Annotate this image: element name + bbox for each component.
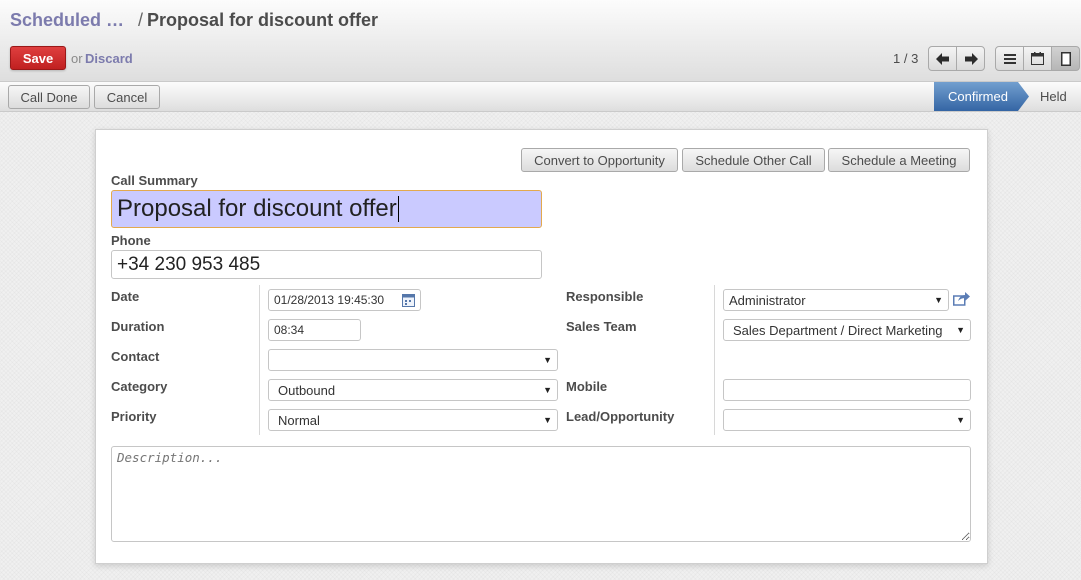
form-view-button[interactable] — [1051, 46, 1080, 71]
discard-link[interactable]: Discard — [85, 51, 133, 66]
duration-input[interactable]: 08:34 — [268, 319, 361, 341]
dropdown-arrow-icon: ▼ — [543, 415, 552, 425]
responsible-value: Administrator — [729, 292, 806, 308]
arrow-left-icon — [935, 52, 949, 65]
phone-value: +34 230 953 485 — [117, 253, 261, 275]
convert-to-opportunity-button[interactable]: Convert to Opportunity — [521, 148, 678, 172]
category-value: Outbound — [278, 382, 336, 398]
phone-input[interactable]: +34 230 953 485 — [111, 250, 542, 279]
pager-next-button[interactable] — [956, 46, 985, 71]
pager-counter: 1 / 3 — [893, 51, 919, 66]
call-done-button[interactable]: Call Done — [8, 85, 90, 109]
stage-held[interactable]: Held — [1040, 89, 1067, 104]
statusbar: Call Done Cancel Confirmed Held — [0, 82, 1081, 112]
lead-opportunity-label: Lead/Opportunity — [566, 409, 675, 424]
category-label: Category — [111, 379, 168, 394]
list-view-icon — [1003, 53, 1016, 64]
description-textarea[interactable] — [111, 446, 971, 542]
date-value: 01/28/2013 19:45:30 — [274, 293, 385, 307]
page-title: Proposal for discount offer — [147, 10, 379, 30]
schedule-other-call-button[interactable]: Schedule Other Call — [682, 148, 825, 172]
sales-team-select[interactable]: Sales Department / Direct Marketing ▼ — [723, 319, 971, 341]
sales-team-label: Sales Team — [566, 319, 637, 334]
calendar-view-button[interactable] — [1023, 46, 1052, 71]
dropdown-arrow-icon: ▼ — [956, 415, 965, 425]
priority-value: Normal — [278, 412, 320, 428]
priority-label: Priority — [111, 409, 157, 424]
arrow-right-icon — [964, 52, 978, 65]
pager-prev-button[interactable] — [928, 46, 957, 71]
calendar-view-icon — [1031, 52, 1044, 65]
stage-confirmed[interactable]: Confirmed — [934, 82, 1029, 111]
breadcrumb-parent-link[interactable]: Scheduled … — [10, 10, 124, 30]
view-switcher — [995, 46, 1080, 71]
breadcrumb-separator: / — [138, 10, 144, 30]
cancel-button[interactable]: Cancel — [94, 85, 160, 109]
right-column-divider — [714, 285, 715, 435]
or-text: or — [71, 51, 83, 66]
dropdown-arrow-icon: ▼ — [956, 325, 965, 335]
form-sheet: Convert to Opportunity Schedule Other Ca… — [95, 129, 988, 564]
save-button[interactable]: Save — [10, 46, 66, 70]
category-select[interactable]: Outbound ▼ — [268, 379, 558, 401]
mobile-input[interactable] — [723, 379, 971, 401]
contact-select[interactable]: ▼ — [268, 349, 558, 371]
duration-value: 08:34 — [274, 323, 305, 337]
form-view-icon — [1060, 51, 1071, 66]
schedule-meeting-button[interactable]: Schedule a Meeting — [828, 148, 970, 172]
external-link-icon[interactable] — [953, 292, 970, 309]
sales-team-value: Sales Department / Direct Marketing — [733, 322, 943, 338]
pager-buttons — [928, 46, 985, 71]
dropdown-arrow-icon: ▼ — [543, 385, 552, 395]
mobile-label: Mobile — [566, 379, 608, 394]
page-header: Scheduled … / Proposal for discount offer … — [0, 0, 1081, 82]
date-input[interactable]: 01/28/2013 19:45:30 — [268, 289, 421, 311]
dropdown-arrow-icon: ▼ — [543, 355, 552, 365]
dropdown-arrow-icon: ▼ — [934, 295, 943, 305]
responsible-select[interactable]: Administrator ▼ — [723, 289, 949, 311]
date-label: Date — [111, 289, 140, 304]
phone-label: Phone — [111, 233, 151, 248]
call-summary-value: Proposal for discount offer — [117, 195, 397, 222]
call-summary-input[interactable]: Proposal for discount offer — [111, 190, 542, 228]
text-cursor — [397, 196, 399, 222]
contact-label: Contact — [111, 349, 160, 364]
left-column-divider — [259, 285, 260, 435]
list-view-button[interactable] — [995, 46, 1024, 71]
duration-label: Duration — [111, 319, 165, 334]
calendar-picker-icon[interactable] — [402, 294, 415, 310]
lead-opportunity-select[interactable]: ▼ — [723, 409, 971, 431]
breadcrumb: Scheduled … / Proposal for discount offer — [10, 10, 378, 31]
responsible-label: Responsible — [566, 289, 644, 304]
call-summary-label: Call Summary — [111, 173, 198, 188]
priority-select[interactable]: Normal ▼ — [268, 409, 558, 431]
